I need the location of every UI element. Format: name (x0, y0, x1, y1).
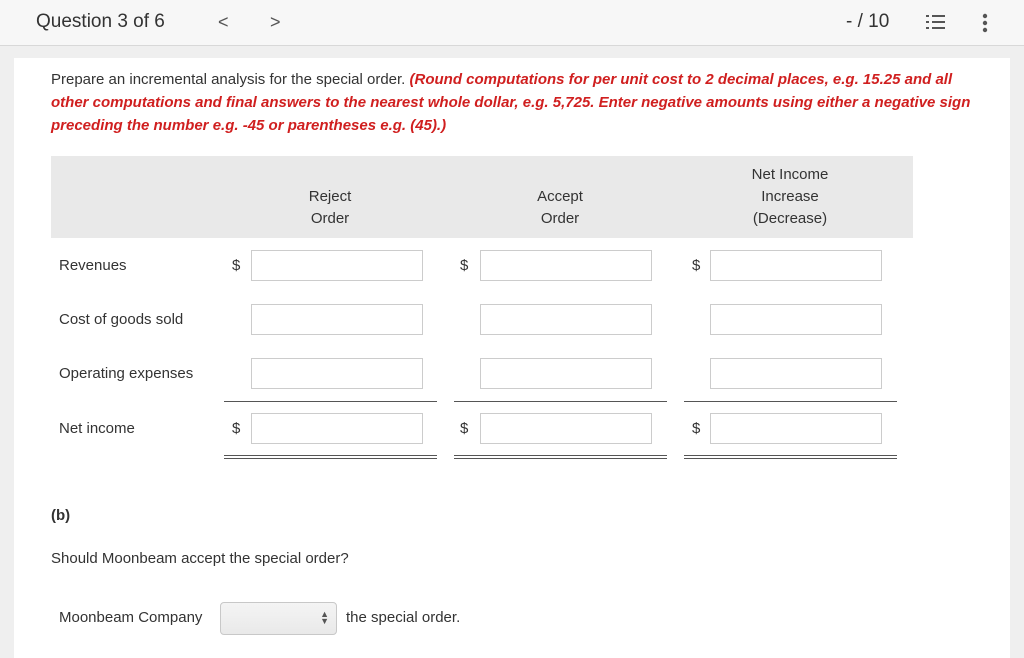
question-header: Question 3 of 6 < > - / 10 (0, 0, 1024, 46)
amount-input[interactable] (480, 304, 652, 335)
subtotal-rule (684, 401, 897, 402)
instructions-text: Prepare an incremental analysis for the … (51, 71, 410, 88)
total-double-rule (684, 455, 897, 459)
subtotal-rule (224, 401, 437, 402)
amount-input[interactable] (710, 250, 882, 281)
more-vertical-icon[interactable] (982, 13, 988, 33)
subtotal-rule (454, 401, 667, 402)
table-header: Reject Order Accept Order Net Income Increa… (51, 156, 913, 238)
amount-input[interactable] (480, 250, 652, 281)
currency-symbol: $ (692, 420, 701, 437)
prev-question-button[interactable]: < (218, 12, 229, 33)
currency-symbol: $ (460, 257, 469, 274)
next-question-button[interactable]: > (270, 12, 281, 33)
currency-symbol: $ (692, 257, 701, 274)
score: - / 10 (846, 11, 890, 32)
amount-input[interactable] (251, 250, 423, 281)
answer-suffix: the special order. (346, 609, 461, 626)
currency-symbol: $ (460, 420, 469, 437)
row-label: Revenues (59, 257, 127, 274)
row-label: Cost of goods sold (59, 311, 184, 328)
total-double-rule (454, 455, 667, 459)
total-double-rule (224, 455, 437, 459)
amount-input[interactable] (251, 358, 423, 389)
amount-input[interactable] (251, 304, 423, 335)
question-counter: Question 3 of 6 (36, 11, 165, 32)
accept-reject-select[interactable]: ▲ ▼ (220, 602, 337, 635)
row-label: Net income (59, 420, 135, 437)
numbered-list-icon[interactable] (926, 14, 946, 30)
answer-prefix: Moonbeam Company (59, 609, 203, 626)
part-b-question: Should Moonbeam accept the special order… (51, 550, 349, 567)
amount-input[interactable] (710, 358, 882, 389)
currency-symbol: $ (232, 257, 241, 274)
column-header-accept: Accept Order (537, 188, 583, 227)
part-b-label: (b) (51, 507, 71, 524)
select-arrows-icon: ▲ ▼ (320, 609, 329, 626)
instructions: Prepare an incremental analysis for the … (51, 68, 991, 137)
column-header-net-income: Net Income Increase (Decrease) (751, 166, 829, 227)
amount-input[interactable] (710, 304, 882, 335)
amount-input[interactable] (480, 413, 652, 444)
currency-symbol: $ (232, 420, 241, 437)
row-label: Operating expenses (59, 365, 194, 382)
amount-input[interactable] (480, 358, 652, 389)
column-header-reject: Reject Order (308, 188, 352, 227)
amount-input[interactable] (251, 413, 423, 444)
amount-input[interactable] (710, 413, 882, 444)
